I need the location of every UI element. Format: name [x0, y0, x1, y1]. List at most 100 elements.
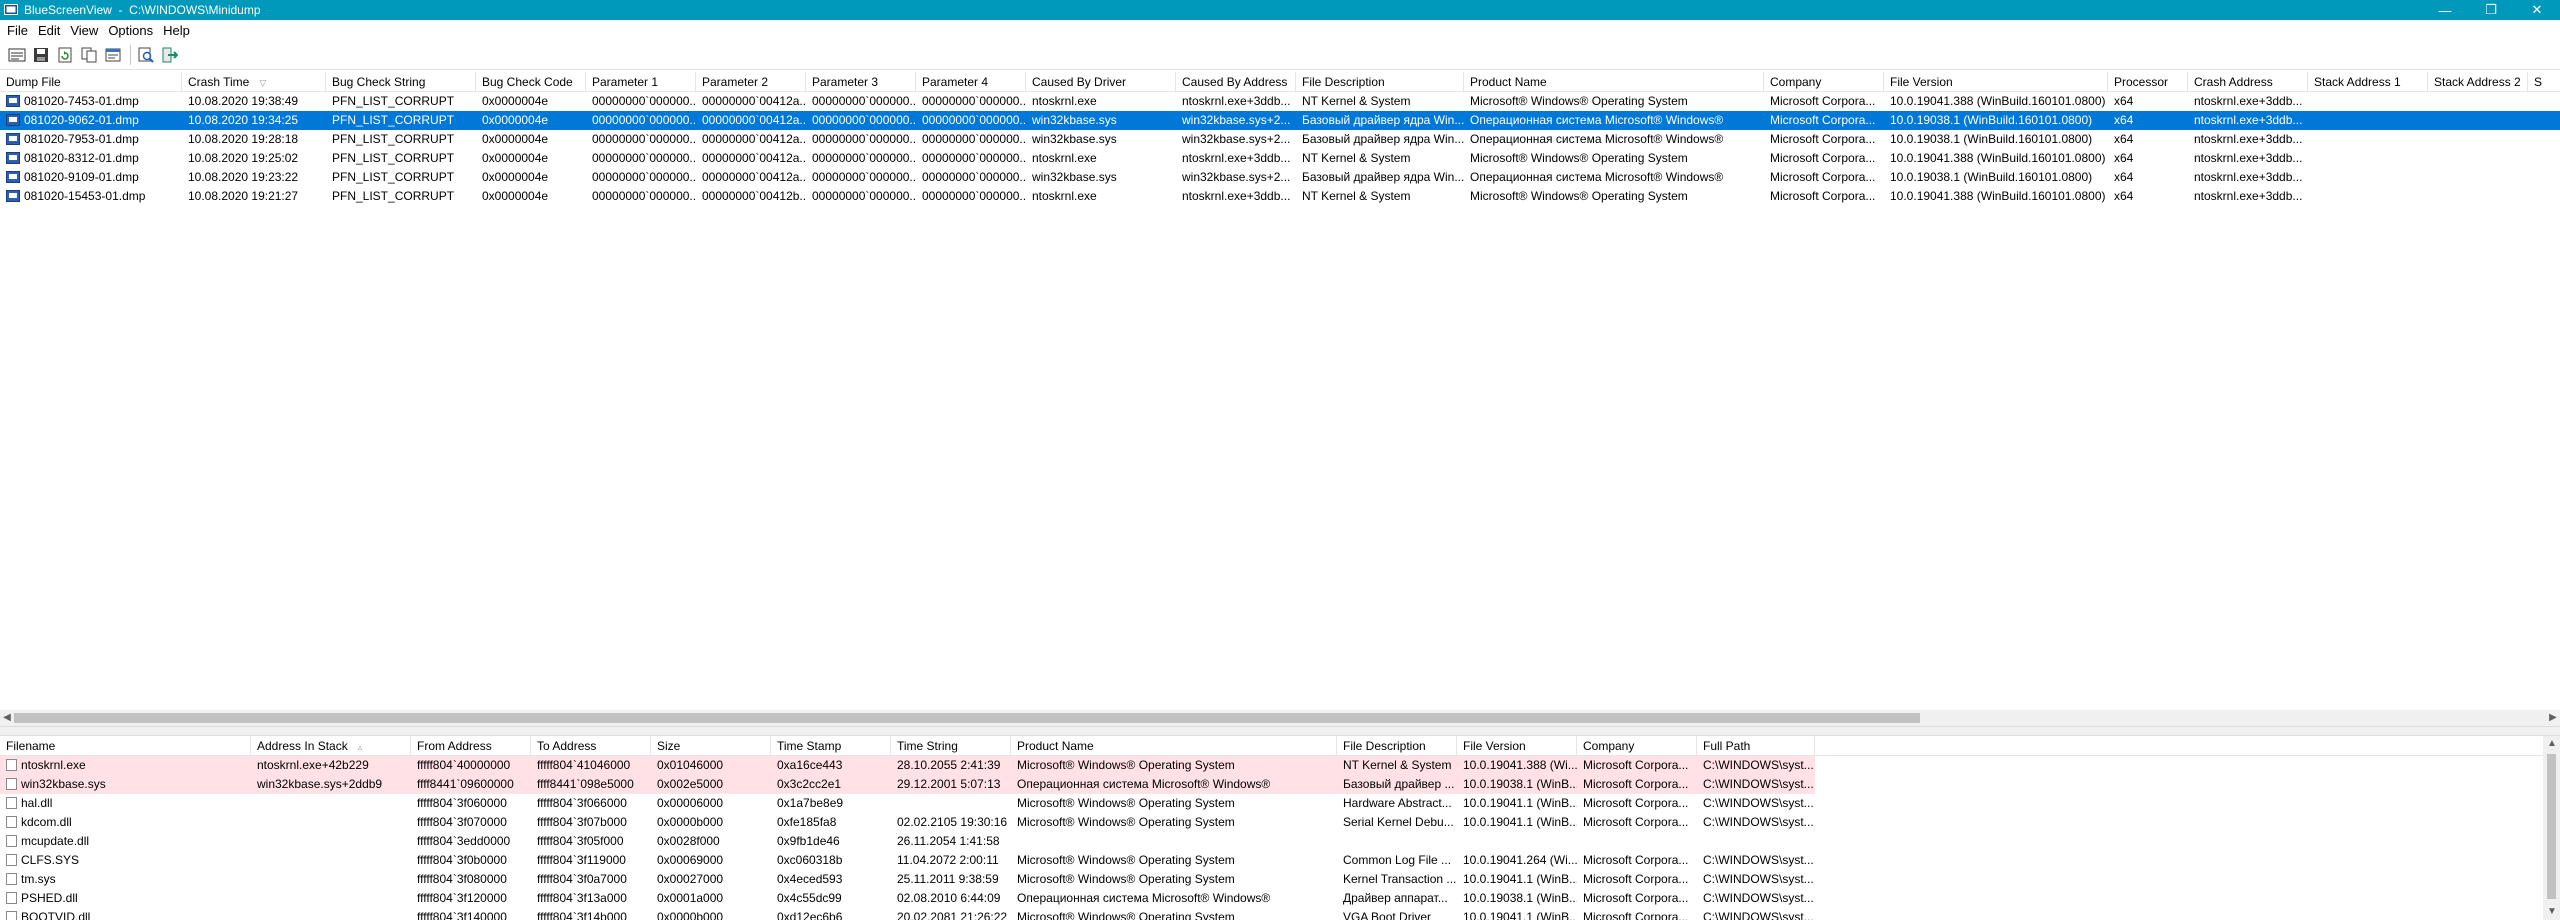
scrollbar-thumb[interactable] [14, 713, 1920, 723]
minimize-button[interactable]: — [2422, 0, 2468, 20]
column-header-file-version[interactable]: File Version [1457, 736, 1577, 756]
properties-button[interactable] [102, 44, 124, 66]
column-header-time-string[interactable]: Time String [891, 736, 1011, 756]
column-header-stack-address-1[interactable]: Stack Address 1 [2308, 72, 2428, 92]
scroll-left-arrow[interactable]: ◀ [0, 710, 14, 726]
driver-row[interactable]: ntoskrnl.exe ntoskrnl.exe+42b229 fffff804`… [0, 756, 2560, 775]
cell-text: 0x1a7be8e9 [777, 796, 844, 810]
scroll-right-arrow[interactable]: ▶ [2546, 710, 2560, 726]
column-header-file-description[interactable]: File Description [1337, 736, 1457, 756]
driver-row[interactable]: CLFS.SYS fffff804`3f0b0000 fffff804`3f1190… [0, 851, 2560, 870]
crash-dump-row[interactable]: 081020-9062-01.dmp 10.08.2020 19:34:25 PFN… [0, 111, 2560, 130]
column-header-crash-time[interactable]: Crash Time ▽ [182, 72, 326, 92]
column-header-label: Product Name [1470, 75, 1547, 89]
refresh-button[interactable] [54, 44, 76, 66]
driver-row[interactable]: hal.dll fffff804`3f060000 fffff804`3f06600… [0, 794, 2560, 813]
cell-time-stamp: 0x4eced593 [771, 870, 891, 889]
column-header-caused-by-address[interactable]: Caused By Address [1176, 72, 1296, 92]
column-header-parameter-3[interactable]: Parameter 3 [806, 72, 916, 92]
cell-bug-check-code: 0x0000004e [476, 187, 586, 206]
cell-file-description [1337, 832, 1457, 851]
column-header-bug-check-string[interactable]: Bug Check String [326, 72, 476, 92]
cell-text: 0xc060318b [777, 853, 843, 867]
cell-text: 00000000`00412a... [702, 94, 806, 108]
cell-product-name: Операционная система Microsoft® Windows® [1464, 168, 1764, 187]
driver-row[interactable]: kdcom.dll fffff804`3f070000 fffff804`3f07b… [0, 813, 2560, 832]
column-header-product-name[interactable]: Product Name [1011, 736, 1337, 756]
window-controls: — ❐ ✕ [2422, 0, 2560, 20]
cell-text: fffff804`3f066000 [537, 796, 627, 810]
cell-text: 10.08.2020 19:28:18 [188, 132, 299, 146]
column-header-s[interactable]: S [2528, 72, 2560, 92]
menu-options[interactable]: Options [103, 23, 158, 38]
column-header-bug-check-code[interactable]: Bug Check Code [476, 72, 586, 92]
column-header-caused-by-driver[interactable]: Caused By Driver [1026, 72, 1176, 92]
column-header-company[interactable]: Company [1577, 736, 1697, 756]
column-header-stack-address-2[interactable]: Stack Address 2 [2428, 72, 2528, 92]
app-icon[interactable] [4, 3, 18, 17]
driver-row[interactable]: tm.sys fffff804`3f080000 fffff804`3f0a7000… [0, 870, 2560, 889]
column-header-processor[interactable]: Processor [2108, 72, 2188, 92]
cell-text: 29.12.2001 5:07:13 [897, 777, 1001, 791]
crash-dump-row[interactable]: 081020-7453-01.dmp 10.08.2020 19:38:49 PFN… [0, 92, 2560, 111]
column-header-parameter-2[interactable]: Parameter 2 [696, 72, 806, 92]
maximize-button[interactable]: ❐ [2468, 0, 2514, 20]
exit-button[interactable] [159, 44, 181, 66]
close-button[interactable]: ✕ [2514, 0, 2560, 20]
column-header-from-address[interactable]: From Address [411, 736, 531, 756]
save-report-button[interactable] [6, 44, 28, 66]
cell-parameter-3: 00000000`000000... [806, 187, 916, 206]
crash-dump-row[interactable]: 081020-15453-01.dmp 10.08.2020 19:21:27 PF… [0, 187, 2560, 206]
window-title: BlueScreenView - C:\WINDOWS\Minidump [24, 3, 261, 17]
driver-list[interactable]: Filename Address In Stack ▵ From Address To … [0, 736, 2560, 920]
column-header-filename[interactable]: Filename [0, 736, 251, 756]
cell-text: 26.11.2054 1:41:58 [897, 834, 1000, 848]
column-header-parameter-4[interactable]: Parameter 4 [916, 72, 1026, 92]
column-header-company[interactable]: Company [1764, 72, 1884, 92]
driver-row[interactable]: win32kbase.sys win32kbase.sys+2ddb9 ffff84… [0, 775, 2560, 794]
driver-row[interactable]: BOOTVID.dll fffff804`3f140000 fffff804`3f1… [0, 908, 2560, 920]
cell-text: 081020-7953-01.dmp [24, 132, 139, 146]
cell-caused-by-address: win32kbase.sys+2... [1176, 111, 1296, 130]
scrollbar-thumb[interactable] [2547, 754, 2556, 899]
cell-text: win32kbase.sys [1032, 170, 1117, 184]
driver-file-icon [6, 892, 17, 904]
menu-view[interactable]: View [65, 23, 103, 38]
save-selected-button[interactable] [30, 44, 52, 66]
column-header-file-description[interactable]: File Description [1296, 72, 1464, 92]
cell-text: 0x3c2cc2e1 [777, 777, 842, 791]
copy-button[interactable] [78, 44, 100, 66]
cell-text: Microsoft® Windows® Operating System [1470, 189, 1688, 203]
cell-text: 0xd12ec6b6 [777, 910, 843, 920]
lower-vertical-scrollbar[interactable]: ▲ ▼ [2543, 736, 2560, 920]
column-header-full-path[interactable]: Full Path [1697, 736, 1815, 756]
menu-edit[interactable]: Edit [33, 23, 65, 38]
crash-dump-row[interactable]: 081020-9109-01.dmp 10.08.2020 19:23:22 PFN… [0, 168, 2560, 187]
crash-dump-row[interactable]: 081020-7953-01.dmp 10.08.2020 19:28:18 PFN… [0, 130, 2560, 149]
column-header-file-version[interactable]: File Version [1884, 72, 2108, 92]
column-header-size[interactable]: Size [651, 736, 771, 756]
driver-row[interactable]: mcupdate.dll fffff804`3edd0000 fffff804`3f… [0, 832, 2560, 851]
menu-help[interactable]: Help [158, 23, 195, 38]
cell-text: PFN_LIST_CORRUPT [332, 170, 455, 184]
column-header-to-address[interactable]: To Address [531, 736, 651, 756]
pane-splitter[interactable] [0, 726, 2560, 736]
cell-address-in-stack [251, 889, 411, 908]
column-header-time-stamp[interactable]: Time Stamp [771, 736, 891, 756]
cell-s [2528, 111, 2560, 130]
crash-dump-row[interactable]: 081020-8312-01.dmp 10.08.2020 19:25:02 PFN… [0, 149, 2560, 168]
column-header-crash-address[interactable]: Crash Address [2188, 72, 2308, 92]
driver-row[interactable]: PSHED.dll fffff804`3f120000 fffff804`3f13a… [0, 889, 2560, 908]
cell-text: NT Kernel & System [1302, 151, 1411, 165]
scroll-down-arrow[interactable]: ▼ [2545, 904, 2559, 920]
crash-dump-list[interactable]: Dump File Crash Time ▽ Bug Check String Bug … [0, 72, 2560, 720]
column-header-product-name[interactable]: Product Name [1464, 72, 1764, 92]
column-header-dump-file[interactable]: Dump File [0, 72, 182, 92]
menu-file[interactable]: File [2, 23, 33, 38]
dump-file-icon [6, 114, 20, 126]
scroll-up-arrow[interactable]: ▲ [2545, 736, 2559, 752]
upper-horizontal-scrollbar[interactable]: ◀ ▶ [0, 710, 2560, 726]
column-header-address-in-stack[interactable]: Address In Stack ▵ [251, 736, 411, 756]
find-button[interactable] [135, 44, 157, 66]
column-header-parameter-1[interactable]: Parameter 1 [586, 72, 696, 92]
